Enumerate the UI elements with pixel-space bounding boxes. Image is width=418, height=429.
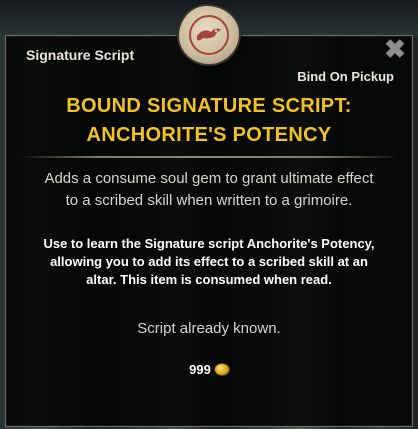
use-text: Use to learn the Signature script Anchor… — [16, 235, 402, 289]
tooltip-category: Signature Script — [26, 47, 135, 63]
use-line-2: allowing you to add its effect to a scri… — [50, 254, 368, 269]
close-icon[interactable]: ✖ — [384, 36, 406, 62]
use-line-1: Use to learn the Signature script Anchor… — [43, 236, 375, 251]
value-amount: 999 — [189, 362, 211, 377]
item-name-line-1: BOUND SIGNATURE SCRIPT: — [66, 95, 352, 117]
description-line-1: Adds a consume soul gem to grant ultimat… — [44, 170, 374, 187]
scroll-seal-icon — [179, 6, 239, 64]
known-status: Script already known. — [137, 320, 281, 337]
item-value: 999 — [6, 362, 412, 377]
seal-emblem-icon — [197, 28, 221, 41]
bind-type: Bind On Pickup — [297, 69, 394, 84]
item-tooltip: Signature Script ✖ Bind On Pickup BOUND … — [5, 35, 413, 427]
use-line-3: altar. This item is consumed when read. — [86, 272, 332, 287]
gold-coin-icon — [214, 364, 229, 375]
divider — [20, 156, 398, 158]
item-description: Adds a consume soul gem to grant ultimat… — [16, 168, 402, 212]
item-name: BOUND SIGNATURE SCRIPT: ANCHORITE'S POTE… — [6, 92, 412, 150]
item-name-line-2: ANCHORITE'S POTENCY — [86, 124, 332, 146]
description-line-2: to a scribed skill when written to a gri… — [65, 192, 353, 209]
